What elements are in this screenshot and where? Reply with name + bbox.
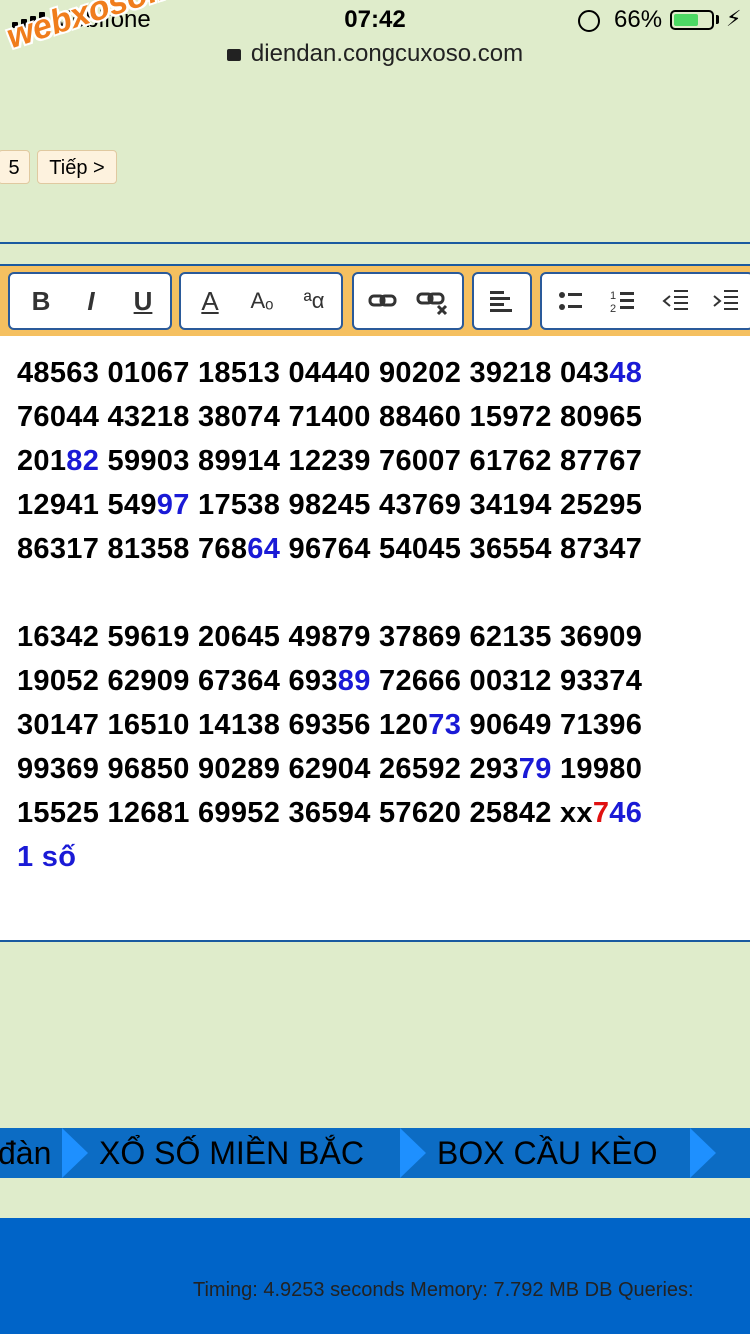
line-text: 96764 54045 36554 87347: [280, 533, 643, 565]
line-text: 19052 62909 67364 693: [17, 665, 338, 697]
rotation-lock-icon: [578, 10, 600, 32]
number-line: 15525 12681 69952 36594 57620 25842 xx74…: [17, 797, 642, 830]
number-line: 30147 16510 14138 69356 12073 90649 7139…: [17, 709, 642, 742]
svg-text:1: 1: [610, 290, 616, 302]
highlighted-digits: 82: [66, 445, 100, 477]
align-left-icon[interactable]: [482, 282, 520, 320]
divider-bottom: [0, 940, 750, 942]
lock-icon: [226, 48, 241, 61]
line-text: 15525 12681 69952 36594 57620 25842 xx: [17, 797, 593, 829]
page-5-button[interactable]: 5: [0, 150, 30, 184]
highlighted-digits: 7: [592, 797, 610, 829]
number-line: 20182 59903 89914 12239 76007 61762 8776…: [17, 445, 642, 478]
underline-button[interactable]: U: [124, 282, 162, 320]
font-color-button[interactable]: A: [191, 282, 229, 320]
editor-toolbar: B I U A Aₒ ªα 12: [0, 266, 750, 336]
line-text: 48563 01067 18513 04440 90202 39218 043: [17, 357, 610, 389]
italic-button[interactable]: I: [72, 282, 110, 320]
unlink-icon[interactable]: [414, 282, 452, 320]
bullet-list-icon[interactable]: [552, 282, 590, 320]
nav-item-box-cau-keo[interactable]: BOX CẦU KÈO: [437, 1128, 658, 1178]
line-text: 16342 59619 20645 49879 37869 62135 3690…: [17, 621, 643, 653]
highlighted-digits: 1 số: [17, 841, 77, 873]
link-icon[interactable]: [364, 282, 402, 320]
numbered-list-icon[interactable]: 12: [604, 282, 642, 320]
battery-tip: [716, 15, 719, 24]
highlighted-digits: 79: [518, 753, 552, 785]
nav-arrow-icon: [62, 1128, 88, 1178]
highlighted-digits: 48: [609, 357, 643, 389]
divider-top: [0, 242, 750, 244]
svg-text:2: 2: [610, 303, 616, 315]
footer-timing: Timing: 4.9253 seconds Memory: 7.792 MB …: [193, 1279, 694, 1301]
text-style-group: B I U: [8, 272, 172, 330]
battery-percent: 66%: [614, 6, 663, 33]
link-group: [352, 272, 464, 330]
line-text: 19980: [551, 753, 643, 785]
highlighted-digits: 97: [156, 489, 190, 521]
line-text: 86317 81358 768: [17, 533, 248, 565]
number-line: 76044 43218 38074 71400 88460 15972 8096…: [17, 401, 642, 434]
font-group: A Aₒ ªα: [179, 272, 343, 330]
url-text: diendan.congcuxoso.com: [250, 40, 524, 67]
line-text: 59903 89914 12239 76007 61762 87767: [99, 445, 643, 477]
bold-button[interactable]: B: [22, 282, 60, 320]
nav-arrow-icon: [690, 1128, 716, 1178]
line-text: 30147 16510 14138 69356 120: [17, 709, 429, 741]
charging-icon: ⚡︎: [726, 6, 742, 31]
next-page-button[interactable]: Tiếp >: [37, 150, 117, 184]
highlighted-digits: 73: [428, 709, 462, 741]
number-line: 1 số: [17, 841, 76, 874]
nav-item-xo-so-mien-bac[interactable]: XỔ SỐ MIỀN BẮC: [99, 1128, 364, 1178]
line-text: 76044 43218 38074 71400 88460 15972 8096…: [17, 401, 643, 433]
font-size-button[interactable]: Aₒ: [243, 282, 281, 320]
number-line: 86317 81358 76864 96764 54045 36554 8734…: [17, 533, 642, 566]
line-text: 72666 00312 93374: [370, 665, 643, 697]
highlighted-digits: 46: [609, 797, 643, 829]
highlighted-digits: 89: [337, 665, 371, 697]
line-text: 201: [17, 445, 67, 477]
line-text: 12941 549: [17, 489, 157, 521]
number-line: 12941 54997 17538 98245 43769 34194 2529…: [17, 489, 642, 522]
forum-nav-bar: đàn XỔ SỐ MIỀN BẮC BOX CẦU KÈO: [0, 1128, 750, 1178]
nav-arrow-icon: [400, 1128, 426, 1178]
outdent-icon[interactable]: [656, 282, 694, 320]
address-bar[interactable]: diendan.congcuxoso.com: [0, 40, 750, 68]
number-line: 19052 62909 67364 69389 72666 00312 9337…: [17, 665, 642, 698]
number-line: 16342 59619 20645 49879 37869 62135 3690…: [17, 621, 642, 654]
line-text: 90649 71396: [461, 709, 643, 741]
line-text: 99369 96850 90289 62904 26592 293: [17, 753, 519, 785]
align-group: [472, 272, 532, 330]
nav-item-forum[interactable]: đàn: [0, 1128, 51, 1178]
footer: [0, 1218, 750, 1334]
number-line: 99369 96850 90289 62904 26592 29379 1998…: [17, 753, 642, 786]
list-group: 12: [540, 272, 750, 330]
indent-icon[interactable]: [706, 282, 744, 320]
battery-icon: [670, 10, 714, 30]
line-text: 17538 98245 43769 34194 25295: [189, 489, 643, 521]
number-line: 48563 01067 18513 04440 90202 39218 0434…: [17, 357, 642, 390]
highlighted-digits: 64: [247, 533, 281, 565]
font-family-button[interactable]: ªα: [295, 282, 333, 320]
